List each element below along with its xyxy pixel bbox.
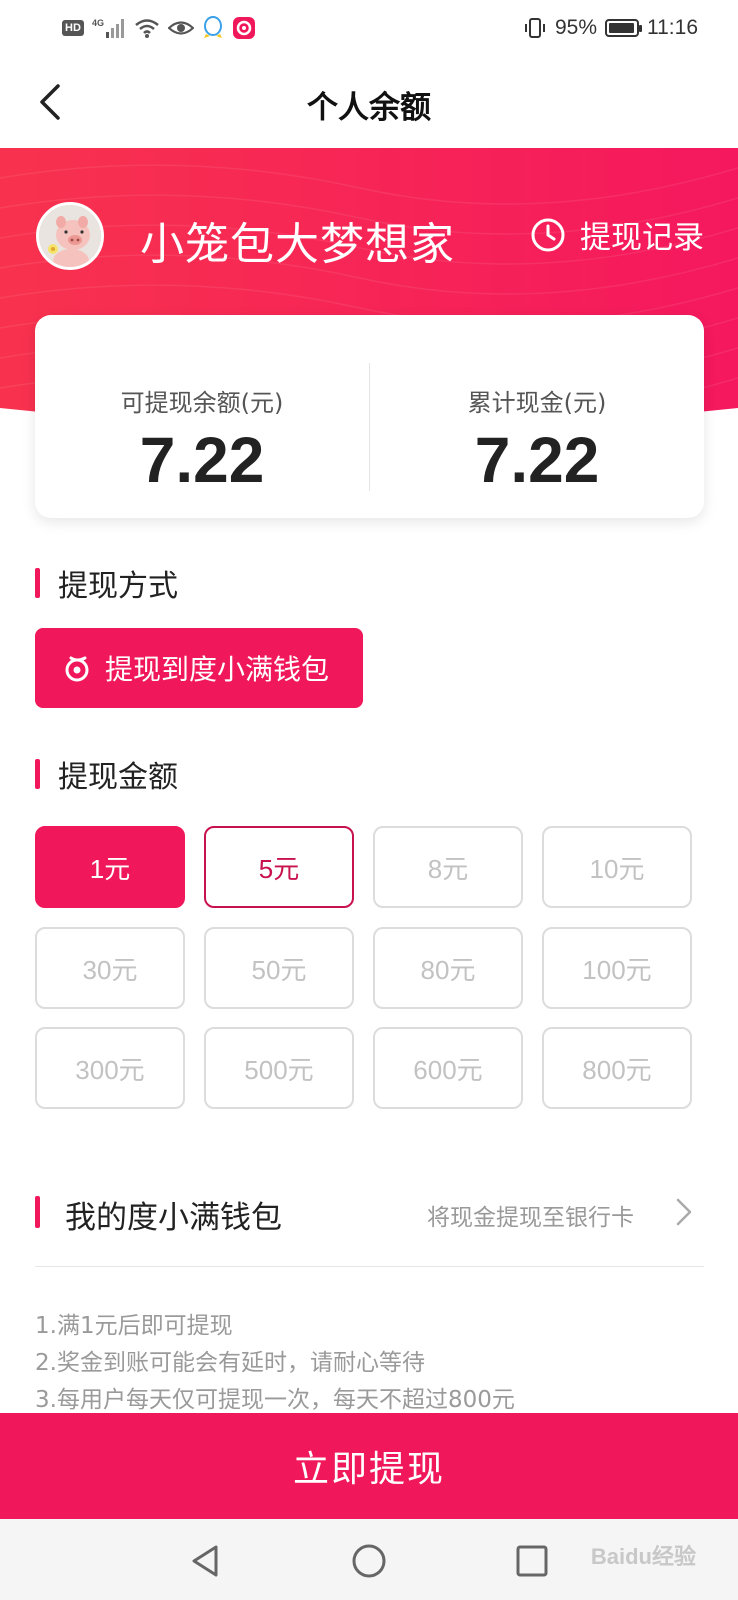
amount-option[interactable]: 8元 [373,826,523,908]
nav-bar: 个人余额 [0,56,738,148]
recents-square-icon[interactable] [512,1541,552,1581]
home-circle-icon[interactable] [349,1541,389,1581]
cumulative-label: 累计现金(元) [467,389,607,417]
amount-title-text: 提现金额 [58,760,178,795]
amount-option[interactable]: 600元 [373,1027,523,1109]
withdraw-now-button[interactable]: 立即提现 [0,1413,738,1519]
cumulative-cash: 累计现金(元) 7.22 [370,315,704,518]
withdraw-to-wallet-label: 提现到度小满钱包 [105,653,330,686]
status-icons-right: 95% 11:16 [523,14,698,42]
method-section-title: 提现方式 [35,561,178,605]
amount-option[interactable]: 100元 [542,927,692,1009]
amount-option[interactable]: 300元 [35,1027,185,1109]
wifi-icon [135,19,159,38]
baidu-watermark: Baidu经验 [590,1544,696,1569]
clock-icon [531,218,565,251]
divider [35,1266,704,1267]
section-accent-bar [35,1196,40,1228]
withdraw-to-wallet-button[interactable]: 提现到度小满钱包 [35,628,363,708]
hd-icon: HD [62,20,84,36]
section-accent-bar [35,759,40,789]
amount-option[interactable]: 1元 [35,826,185,908]
balance-card: 可提现余额(元) 7.22 累计现金(元) 7.22 [35,315,704,518]
battery-level [609,23,634,33]
section-accent-bar [35,568,40,598]
cumulative-value: 7.22 [474,424,600,496]
chevron-right-icon [676,1198,692,1226]
amount-option[interactable]: 10元 [542,826,692,908]
amount-option[interactable]: 500元 [204,1027,354,1109]
method-title-text: 提现方式 [58,569,178,604]
pig-avatar-icon [39,205,101,267]
username: 小笼包大梦想家 [140,219,455,270]
wallet-logo-icon [65,656,89,682]
withdrawable-value: 7.22 [139,424,265,496]
battery-percent: 95% [554,16,597,39]
system-nav-bar: Baidu经验 [0,1519,738,1600]
status-icons-left: HD 4G [62,16,256,40]
amount-section-title: 提现金额 [35,752,178,796]
network-type-label: 4G [92,18,104,28]
back-triangle-icon[interactable] [186,1541,226,1581]
avatar [36,202,104,270]
withdraw-records-label: 提现记录 [580,220,704,256]
vibrate-icon [524,18,545,38]
app-notification-icon [232,17,255,39]
withdrawable-label: 可提现余额(元) [120,389,284,417]
battery-icon [605,19,642,37]
notes-list: 1.满1元后即可提现 2.奖金到账可能会有延时，请耐心等待 3.每用户每天仅可提… [35,1308,515,1419]
cellular-signal-icon: 4G [92,18,124,38]
amount-option[interactable]: 30元 [35,927,185,1009]
status-bar: HD 4G 95% 11:16 [0,0,738,56]
qq-notification-icon [203,16,222,38]
amount-option[interactable]: 50元 [204,927,354,1009]
amount-option[interactable]: 80元 [373,927,523,1009]
clock: 11:16 [647,16,698,39]
wallet-title: 我的度小满钱包 [65,1200,282,1236]
amount-option[interactable]: 5元 [204,826,354,908]
eye-icon [167,21,194,35]
withdraw-records-link[interactable]: 提现记录 [530,212,704,257]
wallet-subtitle: 将现金提现至银行卡 [427,1205,634,1231]
page-title: 个人余额 [307,90,431,126]
note-item: 1.满1元后即可提现 [35,1313,233,1339]
amount-option[interactable]: 800元 [542,1027,692,1109]
wallet-row[interactable]: 我的度小满钱包 将现金提现至银行卡 [35,1168,704,1258]
note-item: 2.奖金到账可能会有延时，请耐心等待 [35,1350,425,1376]
withdrawable-balance: 可提现余额(元) 7.22 [35,315,369,518]
